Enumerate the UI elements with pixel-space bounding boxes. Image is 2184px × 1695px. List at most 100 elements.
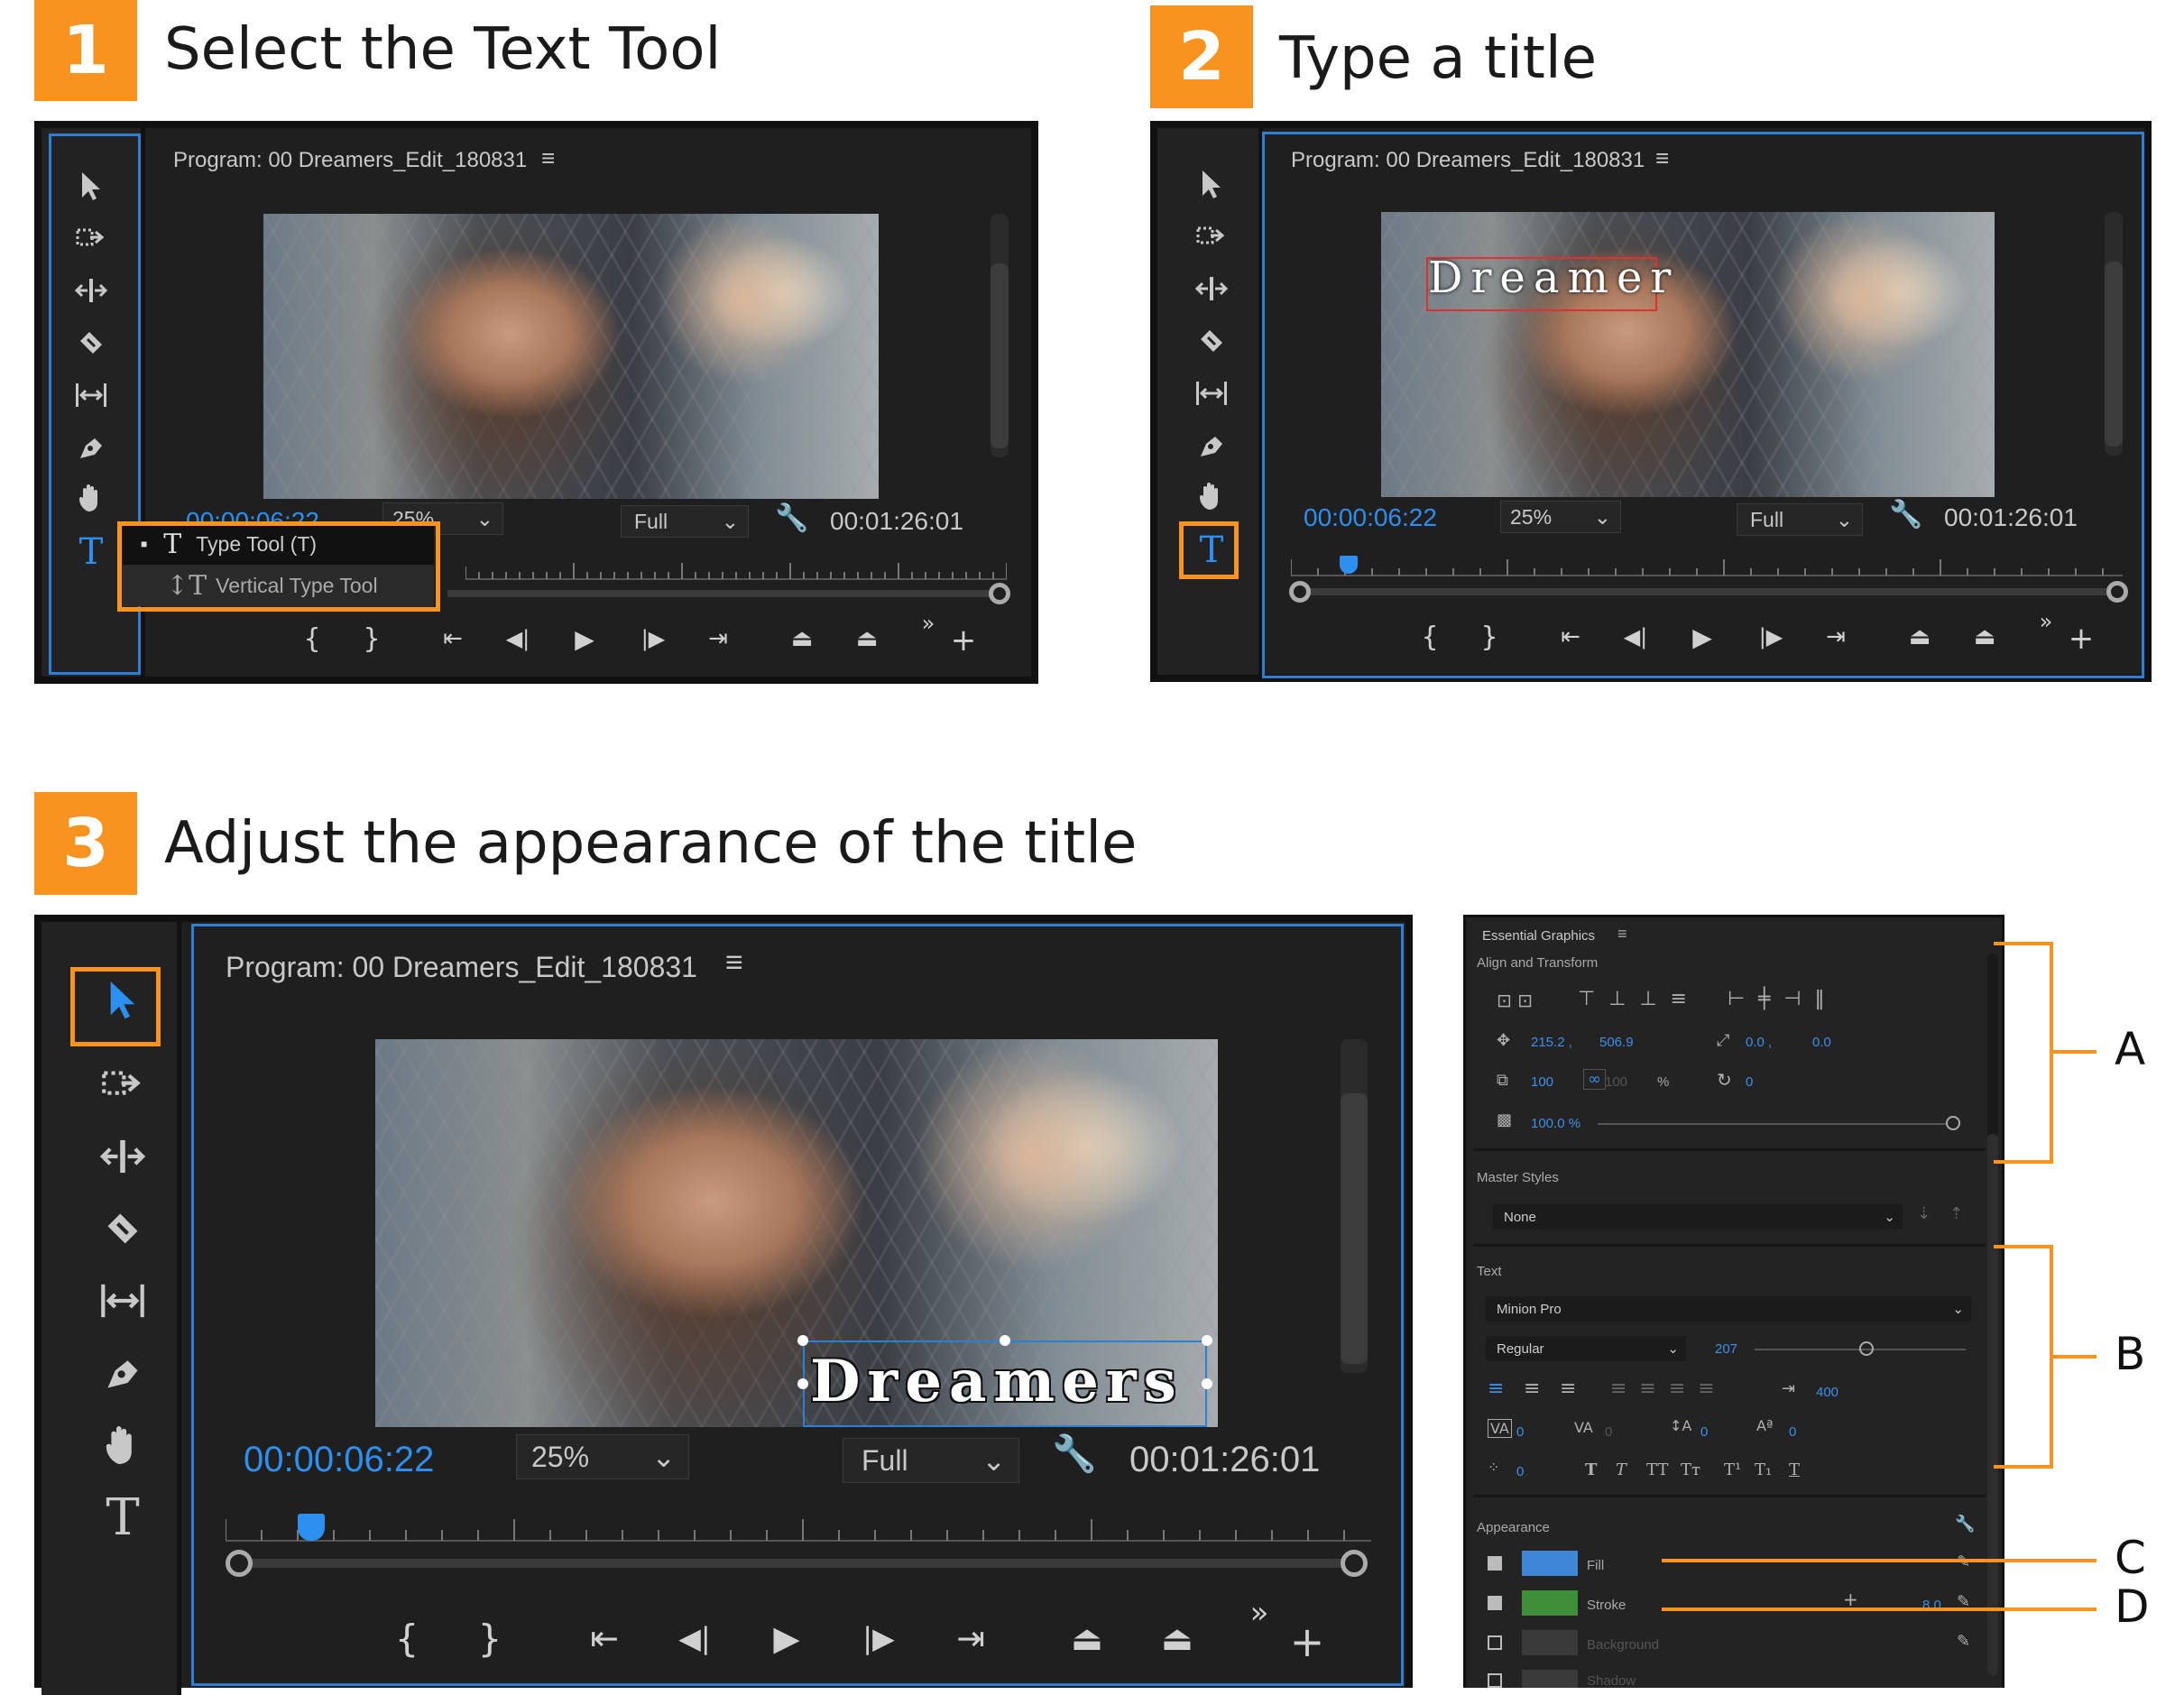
opacity-slider-track[interactable]: [1598, 1123, 1948, 1125]
step-forward-button[interactable]: |▶: [633, 621, 673, 657]
mark-out-button[interactable]: }: [355, 621, 388, 657]
lift-button[interactable]: ⏏: [1057, 1613, 1117, 1663]
play-button[interactable]: ▶: [565, 621, 604, 657]
play-button[interactable]: ▶: [1682, 619, 1722, 655]
hand-tool-icon[interactable]: [1193, 478, 1230, 514]
slip-tool-icon[interactable]: [1193, 375, 1230, 411]
scale-lock-icon[interactable]: ∞: [1583, 1069, 1606, 1090]
hamburger-menu-icon[interactable]: ≡: [1617, 925, 1627, 944]
zoom-scroll-handle-right[interactable]: [989, 583, 1010, 604]
more-controls-icon[interactable]: »: [2032, 608, 2060, 635]
pen-tool-icon[interactable]: [73, 429, 109, 465]
appearance-wrench-icon[interactable]: 🔧: [1955, 1515, 1975, 1534]
go-to-out-button[interactable]: ⇥: [698, 621, 738, 657]
mark-out-button[interactable]: }: [1473, 619, 1506, 655]
time-ruler[interactable]: [465, 559, 1007, 581]
zoom-dropdown[interactable]: 25% ⌄: [516, 1434, 689, 1479]
mark-out-button[interactable]: }: [467, 1613, 512, 1663]
step-forward-button[interactable]: |▶: [1751, 619, 1791, 655]
more-controls-icon[interactable]: »: [1241, 1595, 1277, 1631]
playhead[interactable]: [1340, 556, 1358, 574]
lift-button[interactable]: ⏏: [779, 621, 825, 657]
zoom-scroll-bar[interactable]: [240, 1559, 1359, 1568]
settings-wrench-icon[interactable]: 🔧: [1052, 1431, 1097, 1476]
shadow-checkbox[interactable]: [1488, 1673, 1502, 1688]
mark-in-button[interactable]: {: [1414, 619, 1446, 655]
selection-tool-icon[interactable]: [73, 168, 109, 204]
ripple-edit-tool-icon[interactable]: [96, 1129, 150, 1184]
background-checkbox[interactable]: [1488, 1635, 1502, 1650]
hand-tool-icon[interactable]: [73, 480, 109, 516]
step-back-button[interactable]: ◀|: [498, 621, 538, 657]
time-ruler[interactable]: [226, 1514, 1371, 1543]
bbox-handle-tm[interactable]: [1000, 1335, 1010, 1346]
resolution-dropdown[interactable]: Full ⌄: [1737, 503, 1863, 536]
type-tool-icon[interactable]: T: [73, 531, 109, 573]
track-select-tool-icon[interactable]: [1193, 218, 1230, 254]
scale-value[interactable]: 100: [1531, 1074, 1553, 1090]
pen-tool-icon[interactable]: [96, 1346, 150, 1400]
shadow-color-swatch[interactable]: [1522, 1670, 1578, 1688]
zoom-dropdown[interactable]: 25% ⌄: [1500, 501, 1621, 533]
all-caps-button[interactable]: TT: [1646, 1460, 1668, 1479]
hamburger-menu-icon[interactable]: ≡: [1655, 144, 1669, 172]
zoom-scroll-handle-right[interactable]: [2106, 581, 2128, 603]
go-to-in-button[interactable]: ⇤: [1551, 619, 1590, 655]
zoom-scroll-handle-left[interactable]: [226, 1550, 253, 1577]
horizontal-align-icons[interactable]: ⊢ ╪ ⊣ ‖: [1728, 988, 1829, 1010]
extract-button[interactable]: ⏏: [1962, 619, 2007, 655]
settings-wrench-icon[interactable]: 🔧: [1889, 498, 1922, 530]
bbox-handle-ml[interactable]: [797, 1378, 808, 1389]
tab-width-value[interactable]: 400: [1816, 1385, 1838, 1400]
tsume-value[interactable]: 0: [1516, 1464, 1524, 1479]
fill-checkbox[interactable]: [1488, 1556, 1502, 1571]
kerning-value[interactable]: 0: [1516, 1424, 1524, 1440]
opacity-value[interactable]: 100.0 %: [1531, 1116, 1580, 1131]
go-to-in-button[interactable]: ⇤: [433, 621, 473, 657]
zoom-scroll-bar[interactable]: [1300, 588, 2117, 595]
track-select-tool-icon[interactable]: [73, 220, 109, 256]
subscript-button[interactable]: T₁: [1755, 1460, 1772, 1479]
razor-tool-icon[interactable]: [73, 325, 109, 361]
vertical-scrollbar-thumb[interactable]: [991, 263, 1009, 448]
slip-tool-icon[interactable]: [96, 1274, 150, 1328]
background-color-swatch[interactable]: [1522, 1630, 1578, 1655]
track-select-tool-icon[interactable]: [96, 1057, 150, 1111]
tracking-value[interactable]: 0: [1605, 1424, 1612, 1440]
resolution-dropdown[interactable]: Full ⌄: [843, 1438, 1019, 1483]
position-y-value[interactable]: 506.9: [1599, 1035, 1634, 1050]
stroke-checkbox[interactable]: [1488, 1596, 1502, 1610]
anchor-x-value[interactable]: 0.0 ,: [1746, 1035, 1772, 1050]
resolution-dropdown[interactable]: Full ⌄: [621, 505, 749, 538]
small-caps-button[interactable]: Tт: [1681, 1460, 1700, 1479]
sync-style-icon[interactable]: ⇡: [1949, 1204, 1963, 1223]
time-ruler[interactable]: [1291, 556, 2123, 577]
play-button[interactable]: ▶: [760, 1613, 814, 1663]
anchor-y-value[interactable]: 0.0: [1812, 1035, 1831, 1050]
vertical-scrollbar-thumb[interactable]: [1341, 1093, 1368, 1364]
hamburger-menu-icon[interactable]: ≡: [725, 945, 743, 981]
add-button-icon[interactable]: +: [947, 622, 980, 659]
font-dropdown[interactable]: Minion Pro ⌄: [1486, 1296, 1971, 1322]
zoom-scroll-handle-left[interactable]: [1289, 581, 1311, 603]
hamburger-menu-icon[interactable]: ≡: [541, 144, 555, 172]
bbox-handle-tr[interactable]: [1202, 1335, 1212, 1346]
ripple-edit-tool-icon[interactable]: [1193, 271, 1230, 307]
font-style-dropdown[interactable]: Regular ⌄: [1486, 1336, 1686, 1361]
vertical-align-icons[interactable]: ⊤ ⊥ ⊥ ≡: [1578, 988, 1691, 1010]
add-button-icon[interactable]: +: [1285, 1617, 1330, 1667]
ripple-edit-tool-icon[interactable]: [73, 272, 109, 309]
superscript-button[interactable]: T¹: [1724, 1460, 1741, 1479]
extract-button[interactable]: ⏏: [844, 621, 889, 657]
slip-tool-icon[interactable]: [73, 377, 109, 413]
settings-wrench-icon[interactable]: 🔧: [775, 502, 808, 534]
type-tool-icon[interactable]: T: [96, 1488, 150, 1547]
more-controls-icon[interactable]: »: [915, 610, 942, 637]
rotation-value[interactable]: 0: [1746, 1074, 1753, 1090]
razor-tool-icon[interactable]: [1193, 323, 1230, 359]
justify-icons[interactable]: ≡≡≡≡: [1610, 1377, 1728, 1400]
font-size-value[interactable]: 207: [1715, 1341, 1737, 1357]
baseline-shift-value[interactable]: 0: [1789, 1424, 1796, 1440]
step-back-button[interactable]: ◀|: [1616, 619, 1655, 655]
align-left-icon[interactable]: ≡: [1488, 1377, 1504, 1400]
